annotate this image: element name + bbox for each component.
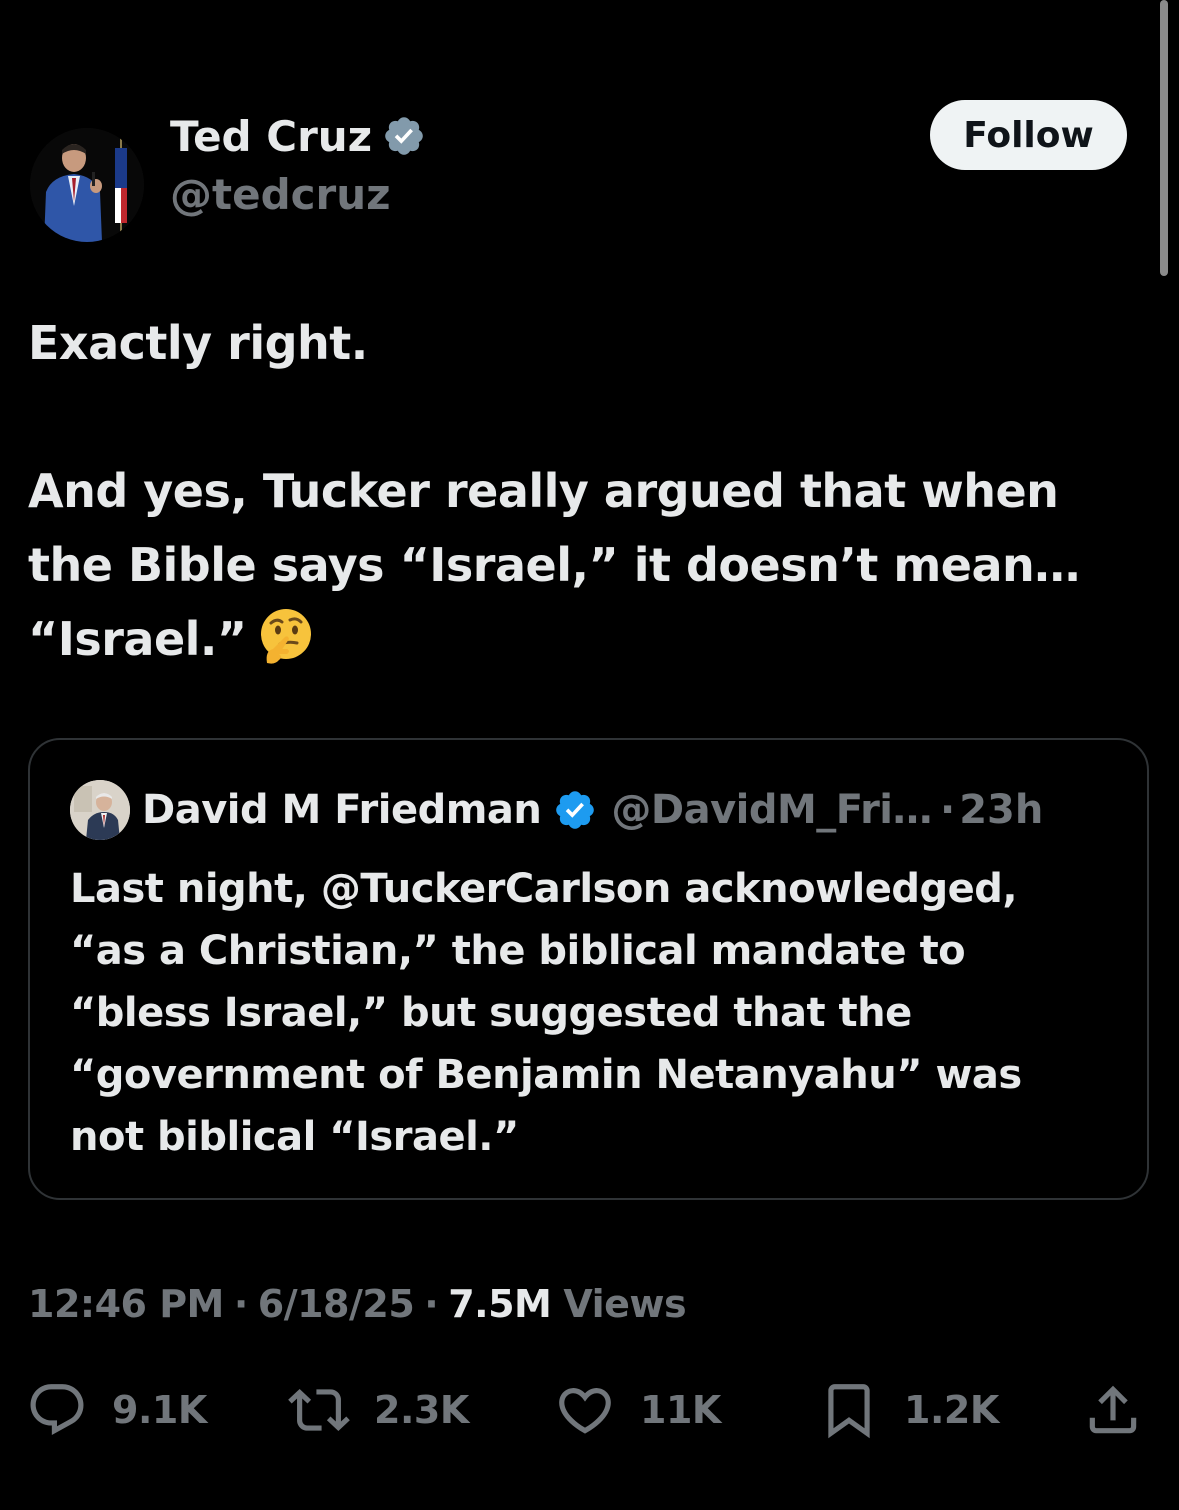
meta-separator: · (233, 1282, 248, 1326)
author-avatar[interactable] (30, 128, 144, 242)
quoted-separator: · (940, 787, 956, 833)
meta-separator: · (424, 1282, 439, 1326)
quoted-timestamp[interactable]: 23h (959, 787, 1043, 833)
action-bar: 9.1K 2.3K 11K 1.2K (0, 1370, 1179, 1450)
quoted-author-name[interactable]: David M Friedman (142, 787, 542, 833)
author-name[interactable]: Ted Cruz (170, 112, 372, 161)
thinking-face-emoji-icon (257, 607, 315, 665)
quoted-line: not biblical “Israel.” (70, 1114, 519, 1160)
quoted-line: “bless Israel,” but suggested that the (70, 990, 912, 1036)
quoted-line: “government of Benjamin Netanyahu” was (70, 1052, 1022, 1098)
tweet-date[interactable]: 6/18/25 (258, 1282, 415, 1326)
tweet-line: And yes, Tucker really argued that when (28, 464, 1059, 518)
author-handle[interactable]: @tedcruz (170, 170, 391, 219)
scrollbar[interactable] (1160, 0, 1168, 276)
repost-button[interactable]: 2.3K (288, 1370, 469, 1450)
tweet-time[interactable]: 12:46 PM (28, 1282, 224, 1326)
tweet-line: the Bible says “Israel,” it doesn’t mean… (28, 538, 1080, 592)
reply-icon (30, 1384, 84, 1436)
tweet-line: “Israel.” (28, 612, 247, 666)
author-name-line: Ted Cruz (170, 108, 426, 164)
views-label[interactable]: Views (563, 1282, 686, 1326)
share-button[interactable] (1082, 1370, 1144, 1450)
verified-badge-icon[interactable] (382, 114, 426, 158)
verified-badge-icon[interactable] (553, 788, 597, 832)
repost-icon (288, 1389, 350, 1431)
like-count: 11K (640, 1388, 721, 1432)
reply-button[interactable]: 9.1K (26, 1370, 207, 1450)
share-icon (1089, 1385, 1137, 1434)
quoted-tweet-card[interactable]: David M Friedman @DavidM_Fri… · 23h Last… (28, 738, 1149, 1200)
bookmark-count: 1.2K (904, 1388, 999, 1432)
repost-count: 2.3K (374, 1388, 469, 1432)
tweet-text: Exactly right. And yes, Tucker really ar… (28, 306, 1138, 676)
bookmark-button[interactable]: 1.2K (818, 1370, 999, 1450)
quoted-author-avatar[interactable] (70, 780, 130, 840)
follow-button[interactable]: Follow (930, 100, 1127, 170)
quoted-header: David M Friedman @DavidM_Fri… · 23h (142, 782, 1043, 838)
quoted-line: “as a Christian,” the biblical mandate t… (70, 928, 966, 974)
tweet-line: Exactly right. (28, 316, 368, 370)
like-icon (559, 1388, 611, 1434)
like-button[interactable]: 11K (554, 1370, 721, 1450)
tweet-line-last: “Israel.” (28, 602, 1138, 676)
quoted-author-handle[interactable]: @DavidM_Fri… (611, 787, 932, 833)
bookmark-icon (828, 1384, 870, 1439)
reply-count: 9.1K (112, 1388, 207, 1432)
quoted-tweet-text: Last night, @TuckerCarlson acknowledged,… (70, 858, 1130, 1168)
tweet-meta: 12:46 PM · 6/18/25 · 7.5M Views (28, 1274, 687, 1334)
quoted-line: Last night, @TuckerCarlson acknowledged, (70, 866, 1018, 912)
views-count[interactable]: 7.5M (448, 1282, 552, 1326)
